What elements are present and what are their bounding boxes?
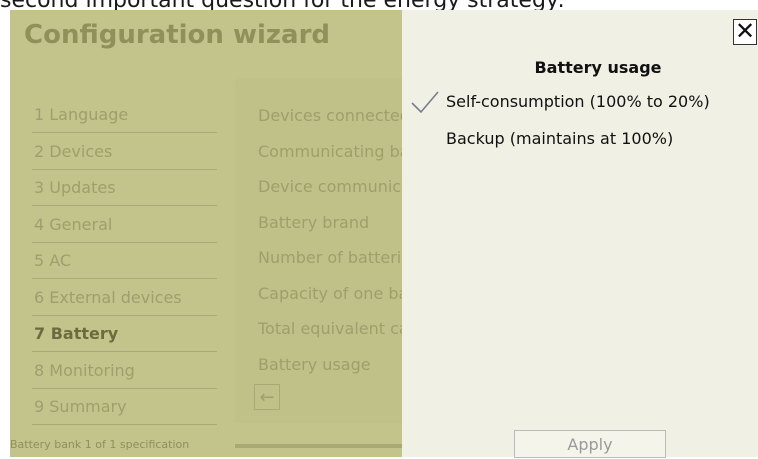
step-monitoring[interactable]: 8 Monitoring <box>32 354 217 389</box>
row-battery-usage[interactable]: Battery usage <box>258 347 402 383</box>
apply-button[interactable]: Apply <box>514 430 666 458</box>
step-external-devices[interactable]: 6 External devices <box>32 281 217 316</box>
row-number-of-batteries[interactable]: Number of batteries <box>258 240 402 276</box>
drawer-title: Battery usage <box>534 58 662 77</box>
battery-settings-list: Devices connected Communicating battery … <box>258 98 402 382</box>
page-caption: second important question for the energy… <box>0 0 758 10</box>
back-button[interactable]: ← <box>254 384 280 410</box>
row-battery-brand[interactable]: Battery brand <box>258 205 402 241</box>
row-communicating-battery[interactable]: Communicating battery <box>258 134 402 170</box>
step-general[interactable]: 4 General <box>32 208 217 243</box>
step-updates[interactable]: 3 Updates <box>32 171 217 206</box>
close-button[interactable]: ✕ <box>733 19 757 45</box>
option-backup[interactable]: Backup (maintains at 100%) <box>446 129 673 148</box>
close-icon: ✕ <box>734 17 756 45</box>
battery-usage-drawer: Battery usage Self-consumption (100% to … <box>402 10 758 458</box>
check-icon <box>411 91 439 114</box>
row-capacity-one-battery[interactable]: Capacity of one battery <box>258 276 402 312</box>
wizard-background: Configuration wizard 1 Language 2 Device… <box>10 10 402 457</box>
row-devices-connected[interactable]: Devices connected <box>258 98 402 134</box>
row-device-communication[interactable]: Device communication <box>258 169 402 205</box>
wizard-title: Configuration wizard <box>24 20 331 50</box>
step-battery[interactable]: 7 Battery <box>32 317 217 352</box>
row-total-equivalent-capacity[interactable]: Total equivalent capacity <box>258 311 402 347</box>
step-ac[interactable]: 5 AC <box>32 244 217 279</box>
step-devices[interactable]: 2 Devices <box>32 135 217 170</box>
arrow-left-icon: ← <box>259 387 275 408</box>
step-language[interactable]: 1 Language <box>32 98 217 133</box>
option-self-consumption[interactable]: Self-consumption (100% to 20%) <box>446 92 710 111</box>
footer-divider <box>235 444 402 448</box>
footer-status: Battery bank 1 of 1 specification <box>10 438 190 451</box>
wizard-steps: 1 Language 2 Devices 3 Updates 4 General… <box>32 98 217 427</box>
step-summary[interactable]: 9 Summary <box>32 390 217 425</box>
